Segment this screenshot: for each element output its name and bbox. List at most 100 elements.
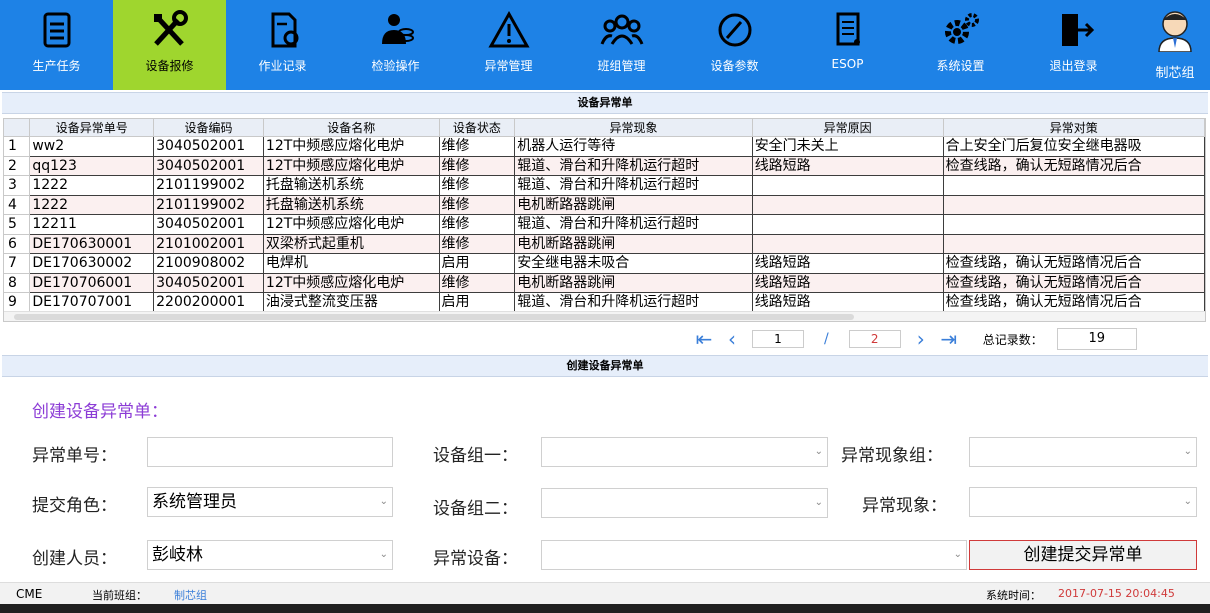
grid-cell[interactable] bbox=[752, 175, 944, 196]
grid-cell[interactable]: 3040502001 bbox=[153, 273, 264, 293]
grid-cell[interactable]: 维修 bbox=[439, 175, 516, 196]
grid-cell[interactable]: 2101002001 bbox=[153, 234, 264, 254]
grid-cell[interactable] bbox=[752, 195, 944, 215]
grid-cell[interactable]: DE170630002 bbox=[29, 253, 155, 274]
grid-cell[interactable]: 维修 bbox=[439, 273, 516, 293]
grid-cell[interactable]: 辊道、滑台和升降机运行超时 bbox=[514, 156, 753, 176]
table-row[interactable]: 3 1222 2101199002 托盘输送机系统 维修 辊道、滑台和升降机运行超时 bbox=[4, 175, 1205, 196]
grid-cell[interactable]: 电机断路器跳闸 bbox=[514, 234, 753, 254]
nav-logout[interactable]: 退出登录 bbox=[1017, 0, 1130, 90]
nav-device-repair[interactable]: 设备报修 bbox=[113, 0, 226, 90]
column-header[interactable]: 设备异常单号 bbox=[29, 119, 155, 137]
last-page-icon[interactable]: ⇥ bbox=[935, 327, 963, 351]
table-row[interactable]: 2 qq123 3040502001 12T中频感应熔化电炉 维修 辊道、滑台和升降机运行… bbox=[4, 156, 1205, 176]
grid-cell[interactable]: 线路短路 bbox=[752, 156, 944, 176]
table-row[interactable]: 5 12211 3040502001 12T中频感应熔化电炉 维修 辊道、滑台和升降机运行… bbox=[4, 214, 1205, 235]
nav-inspection[interactable]: 检验操作 bbox=[339, 0, 452, 90]
device-group2-select[interactable]: ⌄ bbox=[541, 488, 828, 518]
first-page-icon[interactable]: ⇤ bbox=[690, 327, 718, 351]
grid-cell[interactable]: 安全门未关上 bbox=[752, 136, 944, 157]
device-group1-select[interactable]: ⌄ bbox=[541, 437, 828, 467]
column-header[interactable]: 异常现象 bbox=[514, 119, 753, 137]
scrollbar-thumb[interactable] bbox=[14, 314, 854, 320]
grid-cell[interactable]: 电机断路器跳闸 bbox=[514, 195, 753, 215]
grid-cell[interactable]: 2101199002 bbox=[153, 195, 264, 215]
nav-exception-mgmt[interactable]: 异常管理 bbox=[452, 0, 565, 90]
grid-cell[interactable]: 托盘输送机系统 bbox=[263, 195, 440, 215]
grid-cell[interactable]: 维修 bbox=[439, 136, 516, 157]
column-header[interactable]: 设备名称 bbox=[263, 119, 440, 137]
grid-cell[interactable]: 2100908002 bbox=[153, 253, 264, 274]
grid-cell[interactable]: 维修 bbox=[439, 195, 516, 215]
prev-page-icon[interactable]: ‹ bbox=[718, 327, 746, 351]
column-header[interactable]: 设备状态 bbox=[439, 119, 516, 137]
device-select[interactable]: ⌄ bbox=[541, 540, 967, 570]
current-page-input[interactable]: 1 bbox=[752, 330, 804, 348]
grid-cell[interactable]: 12T中频感应熔化电炉 bbox=[263, 214, 440, 235]
grid-cell[interactable]: 线路短路 bbox=[752, 273, 944, 293]
grid-cell[interactable]: 1222 bbox=[29, 195, 155, 215]
grid-cell[interactable]: 维修 bbox=[439, 214, 516, 235]
grid-cell[interactable]: 12T中频感应熔化电炉 bbox=[263, 156, 440, 176]
grid-cell[interactable]: 辊道、滑台和升降机运行超时 bbox=[514, 175, 753, 196]
grid-cell[interactable]: 3040502001 bbox=[153, 156, 264, 176]
role-select[interactable]: 系统管理员 ⌄ bbox=[147, 487, 393, 517]
grid-cell[interactable]: ww2 bbox=[29, 136, 155, 157]
nav-team-mgmt[interactable]: 班组管理 bbox=[565, 0, 678, 90]
grid-cell[interactable]: 维修 bbox=[439, 234, 516, 254]
nav-system-settings[interactable]: 系统设置 bbox=[904, 0, 1017, 90]
symptom-group-select[interactable]: ⌄ bbox=[969, 437, 1197, 467]
grid-cell[interactable]: 12T中频感应熔化电炉 bbox=[263, 136, 440, 157]
grid-cell[interactable] bbox=[752, 214, 944, 235]
grid-cell[interactable]: 12211 bbox=[29, 214, 155, 235]
grid-cell[interactable]: 合上安全门后复位安全继电器吸 bbox=[943, 136, 1205, 157]
grid-cell[interactable]: 油浸式整流变压器 bbox=[263, 292, 440, 313]
nav-esop[interactable]: ESOP bbox=[791, 0, 904, 90]
grid-cell[interactable]: 检查线路，确认无短路情况后合 bbox=[943, 156, 1205, 176]
nav-work-record[interactable]: 作业记录 bbox=[226, 0, 339, 90]
grid-cell[interactable]: 12T中频感应熔化电炉 bbox=[263, 273, 440, 293]
grid-cell[interactable]: 线路短路 bbox=[752, 253, 944, 274]
table-row[interactable]: 9 DE170707001 2200200001 油浸式整流变压器 启用 辊道、滑台和升降… bbox=[4, 292, 1205, 313]
grid-cell[interactable]: 安全继电器未吸合 bbox=[514, 253, 753, 274]
nav-production-task[interactable]: 生产任务 bbox=[0, 0, 113, 90]
table-row[interactable]: 1 ww2 3040502001 12T中频感应熔化电炉 维修 机器人运行等待 安全门未关上… bbox=[4, 136, 1205, 157]
grid-cell[interactable]: 启用 bbox=[439, 292, 516, 313]
creator-select[interactable]: 彭岐林 ⌄ bbox=[147, 540, 393, 570]
exception-grid[interactable]: 设备异常单号 设备编码 设备名称 设备状态 异常现象 异常原因 异常对策 1 ww… bbox=[3, 118, 1206, 322]
symptom-select[interactable]: ⌄ bbox=[969, 487, 1197, 517]
grid-cell[interactable]: 启用 bbox=[439, 253, 516, 274]
grid-cell[interactable] bbox=[943, 214, 1205, 235]
order-no-input[interactable] bbox=[147, 437, 393, 467]
horizontal-scrollbar[interactable] bbox=[4, 311, 1205, 321]
column-header[interactable]: 异常原因 bbox=[752, 119, 944, 137]
grid-cell[interactable]: 电焊机 bbox=[263, 253, 440, 274]
grid-cell[interactable] bbox=[943, 175, 1205, 196]
grid-cell[interactable]: 1222 bbox=[29, 175, 155, 196]
table-row[interactable]: 7 DE170630002 2100908002 电焊机 启用 安全继电器未吸合 线路短路检… bbox=[4, 253, 1205, 274]
table-row[interactable]: 4 1222 2101199002 托盘输送机系统 维修 电机断路器跳闸 bbox=[4, 195, 1205, 215]
grid-cell[interactable]: 3040502001 bbox=[153, 136, 264, 157]
column-header[interactable]: 设备编码 bbox=[153, 119, 264, 137]
grid-cell[interactable]: 电机断路器跳闸 bbox=[514, 273, 753, 293]
grid-cell[interactable] bbox=[943, 195, 1205, 215]
grid-cell[interactable] bbox=[752, 234, 944, 254]
table-row[interactable]: 8 DE170706001 3040502001 12T中频感应熔化电炉 维修 电机断路器… bbox=[4, 273, 1205, 293]
user-avatar-area[interactable]: 制芯组 bbox=[1140, 0, 1210, 90]
column-header[interactable]: 异常对策 bbox=[943, 119, 1205, 137]
grid-cell[interactable]: 线路短路 bbox=[752, 292, 944, 313]
grid-cell[interactable]: 机器人运行等待 bbox=[514, 136, 753, 157]
grid-cell[interactable]: 辊道、滑台和升降机运行超时 bbox=[514, 214, 753, 235]
table-row[interactable]: 6 DE170630001 2101002001 双梁桥式起重机 维修 电机断路器跳闸 bbox=[4, 234, 1205, 254]
grid-cell[interactable]: 双梁桥式起重机 bbox=[263, 234, 440, 254]
grid-cell[interactable]: 检查线路，确认无短路情况后合 bbox=[943, 253, 1205, 274]
grid-cell[interactable]: DE170707001 bbox=[29, 292, 155, 313]
grid-cell[interactable]: 检查线路，确认无短路情况后合 bbox=[943, 292, 1205, 313]
next-page-icon[interactable]: › bbox=[907, 327, 935, 351]
grid-cell[interactable]: 托盘输送机系统 bbox=[263, 175, 440, 196]
grid-cell[interactable]: 辊道、滑台和升降机运行超时 bbox=[514, 292, 753, 313]
create-submit-button[interactable]: 创建提交异常单 bbox=[969, 540, 1197, 570]
grid-cell[interactable]: 2200200001 bbox=[153, 292, 264, 313]
grid-cell[interactable]: DE170630001 bbox=[29, 234, 155, 254]
grid-cell[interactable]: DE170706001 bbox=[29, 273, 155, 293]
